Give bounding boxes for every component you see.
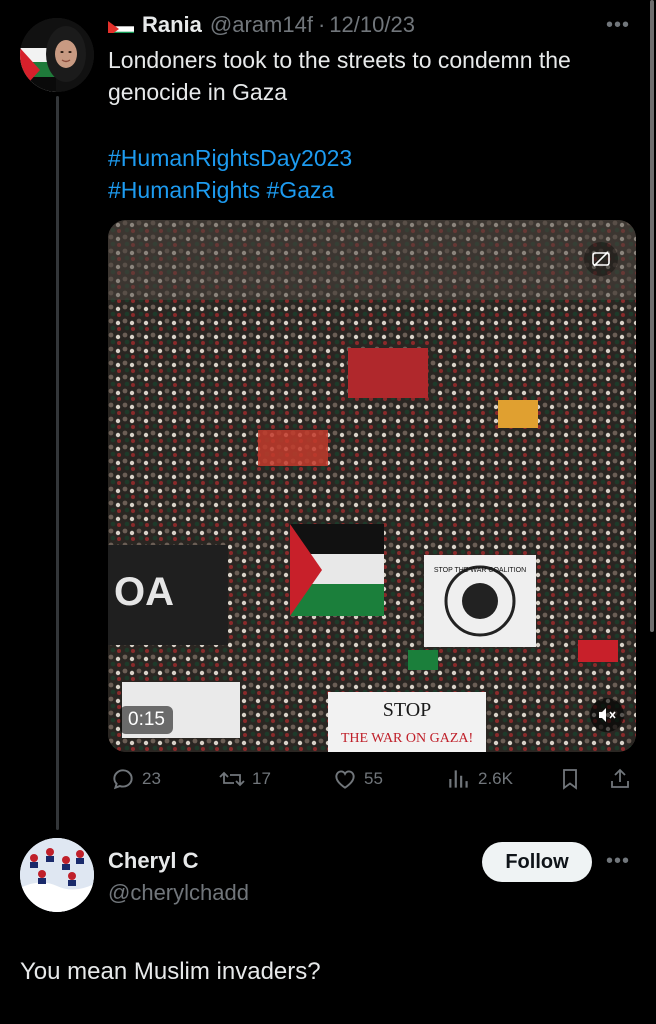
views-icon bbox=[449, 770, 468, 788]
tweet-date[interactable]: 12/10/23 bbox=[329, 12, 415, 38]
reply-text: You mean Muslim invaders? bbox=[20, 958, 321, 985]
like-icon bbox=[335, 770, 355, 789]
reply-author-handle[interactable]: @cherylchadd bbox=[108, 880, 249, 906]
more-icon[interactable]: ••• bbox=[606, 850, 630, 873]
banner-stop: STOP bbox=[383, 699, 432, 721]
sign-circle: STOP THE WAR COALITION bbox=[434, 567, 526, 574]
mute-icon[interactable] bbox=[590, 698, 624, 732]
tweet-header: Rania @aram14f · 12/10/23 bbox=[108, 12, 415, 38]
reply-count: 23 bbox=[142, 769, 161, 788]
like-button[interactable]: 55 bbox=[332, 766, 383, 792]
author-name[interactable]: Rania bbox=[142, 12, 202, 38]
video-player[interactable]: OA STOP THE WAR COALITION STOP THE WAR O… bbox=[108, 220, 636, 752]
avatar[interactable] bbox=[20, 18, 94, 92]
follow-button[interactable]: Follow bbox=[482, 842, 592, 882]
banner-war: THE WAR ON GAZA! bbox=[341, 731, 473, 746]
reply-icon bbox=[113, 769, 133, 790]
hashtag-link[interactable]: #HumanRightsDay2023 bbox=[108, 142, 352, 174]
thread-line bbox=[56, 96, 59, 830]
video-frame: OA STOP THE WAR COALITION STOP THE WAR O… bbox=[108, 220, 636, 752]
avatar[interactable] bbox=[20, 838, 94, 912]
reply-author-name[interactable]: Cheryl C bbox=[108, 848, 198, 874]
scrollbar[interactable] bbox=[650, 0, 654, 632]
views-count: 2.6K bbox=[478, 769, 513, 788]
like-count: 55 bbox=[364, 769, 383, 788]
hashtag-link[interactable]: #HumanRights #Gaza bbox=[108, 174, 352, 206]
repost-count: 17 bbox=[252, 769, 271, 788]
more-icon[interactable]: ••• bbox=[606, 14, 630, 37]
palestine-flag-icon bbox=[108, 17, 134, 33]
bookmark-icon[interactable] bbox=[558, 766, 588, 792]
tweet-text: Londoners took to the streets to condemn… bbox=[108, 47, 571, 105]
repost-button[interactable]: 17 bbox=[218, 766, 271, 792]
sign-oa: OA bbox=[114, 570, 174, 614]
hashtags: #HumanRightsDay2023 #HumanRights #Gaza bbox=[108, 142, 352, 206]
video-duration: 0:15 bbox=[120, 706, 173, 734]
captions-icon[interactable] bbox=[584, 242, 618, 276]
reply-button[interactable]: 23 bbox=[110, 766, 161, 792]
share-icon[interactable] bbox=[608, 766, 638, 792]
views-button[interactable]: 2.6K bbox=[446, 766, 513, 792]
author-handle[interactable]: @aram14f bbox=[210, 12, 313, 38]
repost-icon bbox=[219, 771, 245, 787]
tweet-actions: 23 17 55 2.6K bbox=[108, 766, 636, 798]
separator: · bbox=[317, 12, 326, 37]
